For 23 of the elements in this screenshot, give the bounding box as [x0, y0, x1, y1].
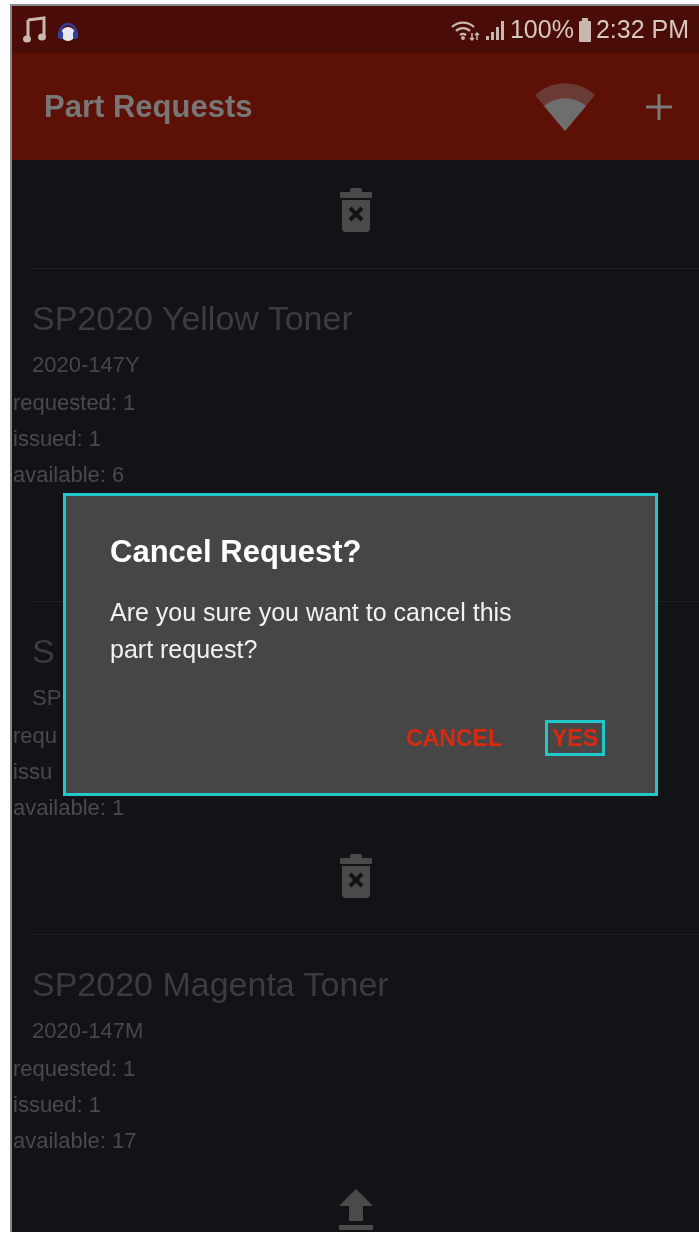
requested-count: requested: 1	[12, 1055, 136, 1083]
music-note-icon	[22, 15, 48, 44]
available-count: available: 6	[12, 461, 125, 489]
dialog-message: Are you sure you want to cancel this part request?	[110, 597, 513, 665]
issued-count: issued: 1	[12, 1091, 102, 1119]
available-count: available: 17	[12, 1127, 137, 1155]
yes-button[interactable]: YES	[544, 720, 605, 756]
trash-icon[interactable]	[338, 853, 373, 899]
battery-percent: 100%	[509, 15, 574, 44]
issued-count: issu	[12, 758, 53, 786]
dialog-title: Cancel Request?	[110, 534, 363, 570]
issued-count: issued: 1	[12, 425, 102, 453]
clock-time: 2:32 PM	[595, 15, 689, 44]
upload-icon[interactable]	[337, 1188, 374, 1230]
trash-icon[interactable]	[338, 187, 373, 233]
wifi-icon[interactable]	[533, 80, 597, 133]
available-count: available: 1	[12, 794, 125, 822]
battery-icon	[577, 16, 592, 43]
requested-count: requested: 1	[12, 389, 136, 417]
app-title: Part Requests	[44, 88, 253, 125]
add-icon[interactable]	[645, 92, 673, 121]
cancel-button[interactable]: CANCEL	[399, 720, 509, 756]
requested-count: requ	[12, 722, 58, 750]
